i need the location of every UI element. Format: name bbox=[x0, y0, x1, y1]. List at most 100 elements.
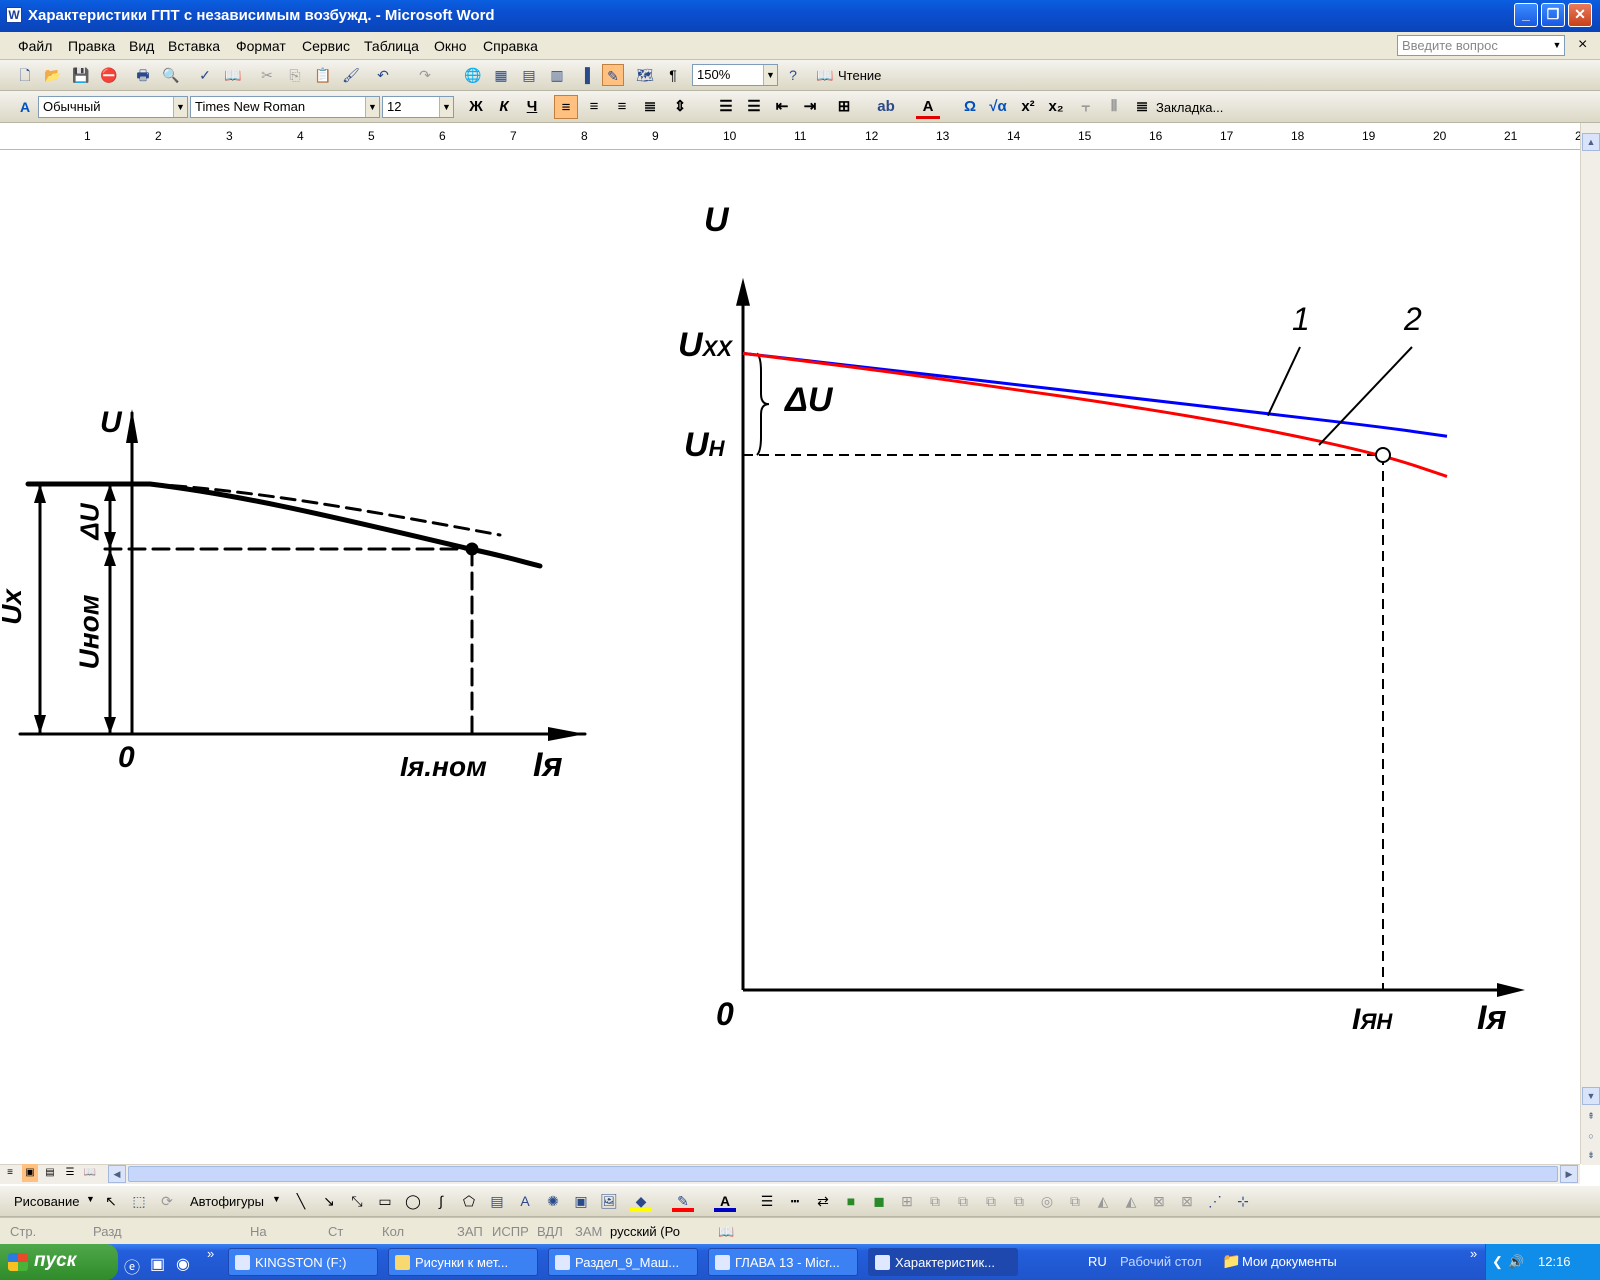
select-objects-icon[interactable]: ↖ bbox=[100, 1190, 122, 1212]
chevron-down-icon[interactable]: ▼ bbox=[365, 97, 379, 117]
regroup-icon[interactable]: ◎ bbox=[1036, 1190, 1058, 1212]
arrow-style-icon[interactable]: ⇄ bbox=[812, 1190, 834, 1212]
text-wrap-icon[interactable]: ⊠ bbox=[1148, 1190, 1170, 1212]
select-multiple-icon[interactable]: ⬚ bbox=[128, 1190, 150, 1212]
columns-adjust-icon[interactable]: ⫴ bbox=[1102, 95, 1126, 119]
picture-icon[interactable]: 🖼 bbox=[598, 1190, 620, 1212]
scroll-down-icon[interactable]: ▼ bbox=[1582, 1087, 1600, 1105]
desktop-icon[interactable]: ▣ bbox=[150, 1254, 165, 1274]
document-page[interactable]: U ΔU Uх Uном 0 Iя.ном Iя U UXX ΔU UН 1 2… bbox=[0, 151, 1580, 1164]
print-preview-icon[interactable]: 🔍 bbox=[160, 64, 182, 86]
numbering-icon[interactable]: ☰ bbox=[714, 95, 738, 119]
open-icon[interactable]: 📂 bbox=[42, 64, 64, 86]
connectors-icon[interactable]: ⊹ bbox=[1232, 1190, 1254, 1212]
format-painter-icon[interactable]: 🖌 bbox=[340, 64, 362, 86]
menu-window[interactable]: Окно bbox=[434, 38, 467, 54]
horizontal-scrollbar[interactable]: ≡ ▣ ▤ ☰ 📖 ◀ ▶ bbox=[0, 1164, 1580, 1184]
ungroup-icon[interactable]: ⧉ bbox=[1008, 1190, 1030, 1212]
diagram-icon[interactable]: ✺ bbox=[542, 1190, 564, 1212]
desktop-toolbar[interactable]: Рабочий стол bbox=[1120, 1254, 1202, 1269]
curve-icon[interactable]: ∫ bbox=[430, 1190, 452, 1212]
pilcrow-icon[interactable]: ¶ bbox=[662, 64, 684, 86]
scroll-left-icon[interactable]: ◀ bbox=[108, 1165, 126, 1183]
rectangle-icon[interactable]: ▭ bbox=[374, 1190, 396, 1212]
font-select[interactable]: Times New Roman ▼ bbox=[190, 96, 380, 118]
subscript-icon[interactable]: x₂ bbox=[1044, 95, 1068, 119]
status-overtype[interactable]: ЗАМ bbox=[575, 1224, 602, 1239]
hyperlink-icon[interactable]: 🌐 bbox=[462, 64, 484, 86]
browse-object-icon[interactable]: ○ bbox=[1582, 1128, 1600, 1146]
order-icon[interactable]: ⧉ bbox=[1064, 1190, 1086, 1212]
ask-question-input[interactable]: Введите вопрос ▼ bbox=[1397, 35, 1565, 56]
font-size-select[interactable]: 12 ▼ bbox=[382, 96, 454, 118]
close-button[interactable]: ✕ bbox=[1568, 3, 1592, 27]
media-icon[interactable]: ◉ bbox=[176, 1254, 190, 1274]
scroll-right-icon[interactable]: ▶ bbox=[1560, 1165, 1578, 1183]
language-indicator[interactable]: RU bbox=[1088, 1254, 1107, 1269]
outline-view-icon[interactable]: ☰ bbox=[62, 1164, 78, 1182]
bookmark-icon[interactable]: ≣ bbox=[1130, 95, 1154, 119]
menu-insert[interactable]: Вставка bbox=[168, 38, 220, 54]
textbox-icon[interactable]: ▤ bbox=[486, 1190, 508, 1212]
reading-icon[interactable]: 📖 bbox=[814, 64, 836, 86]
double-arrow-icon[interactable]: ⤡ bbox=[346, 1190, 368, 1212]
underline-button[interactable]: Ч bbox=[520, 95, 544, 119]
ie-icon[interactable]: ⓔ bbox=[124, 1254, 140, 1278]
bullets-icon[interactable]: ☰ bbox=[742, 95, 766, 119]
tray-expand-icon[interactable]: ❮ bbox=[1492, 1254, 1503, 1270]
next-page-icon[interactable]: ⇟ bbox=[1582, 1147, 1600, 1165]
save-icon[interactable]: 💾 bbox=[70, 64, 92, 86]
help-icon[interactable]: ? bbox=[782, 64, 804, 86]
shadow-icon[interactable]: ■ bbox=[840, 1190, 862, 1212]
spelling-status-icon[interactable]: 📖 bbox=[718, 1224, 734, 1240]
fill-color-icon[interactable]: ◆ bbox=[630, 1190, 652, 1212]
task-chapter-13[interactable]: ГЛАВА 13 - Micr... bbox=[708, 1248, 858, 1276]
tray-chevron-icon[interactable]: » bbox=[1470, 1246, 1477, 1261]
status-extend[interactable]: ВДЛ bbox=[537, 1224, 563, 1239]
superscript-icon[interactable]: x² bbox=[1016, 95, 1040, 119]
equation-icon[interactable]: √α bbox=[986, 95, 1010, 119]
rotate-icon[interactable]: ⟳ bbox=[156, 1190, 178, 1212]
freeform-icon[interactable]: ⬠ bbox=[458, 1190, 480, 1212]
clipart-icon[interactable]: ▣ bbox=[570, 1190, 592, 1212]
group-icon[interactable]: ⧉ bbox=[980, 1190, 1002, 1212]
drawing-icon[interactable]: ✎ bbox=[602, 64, 624, 86]
send-backward-icon[interactable]: ⧉ bbox=[952, 1190, 974, 1212]
line-icon[interactable]: ╲ bbox=[290, 1190, 312, 1212]
flip-icon[interactable]: ◭ bbox=[1092, 1190, 1114, 1212]
research-icon[interactable]: 📖 bbox=[222, 64, 244, 86]
tables-borders-icon[interactable]: ▦ bbox=[490, 64, 512, 86]
menu-table[interactable]: Таблица bbox=[364, 38, 419, 54]
insert-excel-icon[interactable]: ▥ bbox=[546, 64, 568, 86]
omega-icon[interactable]: Ω bbox=[958, 95, 982, 119]
chevron-down-icon[interactable]: ▼ bbox=[439, 97, 453, 117]
quicklaunch-chevron-icon[interactable]: » bbox=[207, 1246, 214, 1261]
minimize-button[interactable]: _ bbox=[1514, 3, 1538, 27]
increase-indent-icon[interactable]: ⇥ bbox=[798, 95, 822, 119]
status-track-changes[interactable]: ИСПР bbox=[492, 1224, 529, 1239]
bold-button[interactable]: Ж bbox=[464, 95, 488, 119]
status-language[interactable]: русский (Ро bbox=[610, 1224, 680, 1239]
word-app-icon[interactable]: W bbox=[6, 7, 22, 23]
drawing-menu-button[interactable]: Рисование bbox=[14, 1194, 79, 1209]
line-color-icon[interactable]: ✎ bbox=[672, 1190, 694, 1212]
oval-icon[interactable]: ◯ bbox=[402, 1190, 424, 1212]
justify-icon[interactable]: ≣ bbox=[638, 95, 662, 119]
3d-icon[interactable]: ◼ bbox=[868, 1190, 890, 1212]
styles-icon[interactable]: A bbox=[14, 96, 36, 118]
document-map-icon[interactable]: 🗺 bbox=[634, 64, 656, 86]
menu-help[interactable]: Справка bbox=[483, 38, 538, 54]
borders-icon[interactable]: ⊞ bbox=[832, 95, 856, 119]
close-document-icon[interactable]: × bbox=[1578, 36, 1587, 54]
reading-view-icon[interactable]: 📖 bbox=[82, 1164, 98, 1182]
chevron-down-icon[interactable]: ▼ bbox=[173, 97, 187, 117]
italic-button[interactable]: К bbox=[492, 95, 516, 119]
task-section-9[interactable]: Раздел_9_Маш... bbox=[548, 1248, 698, 1276]
new-document-icon[interactable]: 🗋 bbox=[14, 64, 36, 86]
chevron-down-icon[interactable]: ▼ bbox=[86, 1194, 95, 1204]
permission-icon[interactable]: ⛔ bbox=[98, 64, 120, 86]
horizontal-scroll-thumb[interactable] bbox=[128, 1166, 1558, 1182]
zoom-select[interactable]: 150% ▼ bbox=[692, 64, 778, 86]
menu-file[interactable]: Файл bbox=[18, 38, 52, 54]
align-center-icon[interactable]: ≡ bbox=[582, 95, 606, 119]
